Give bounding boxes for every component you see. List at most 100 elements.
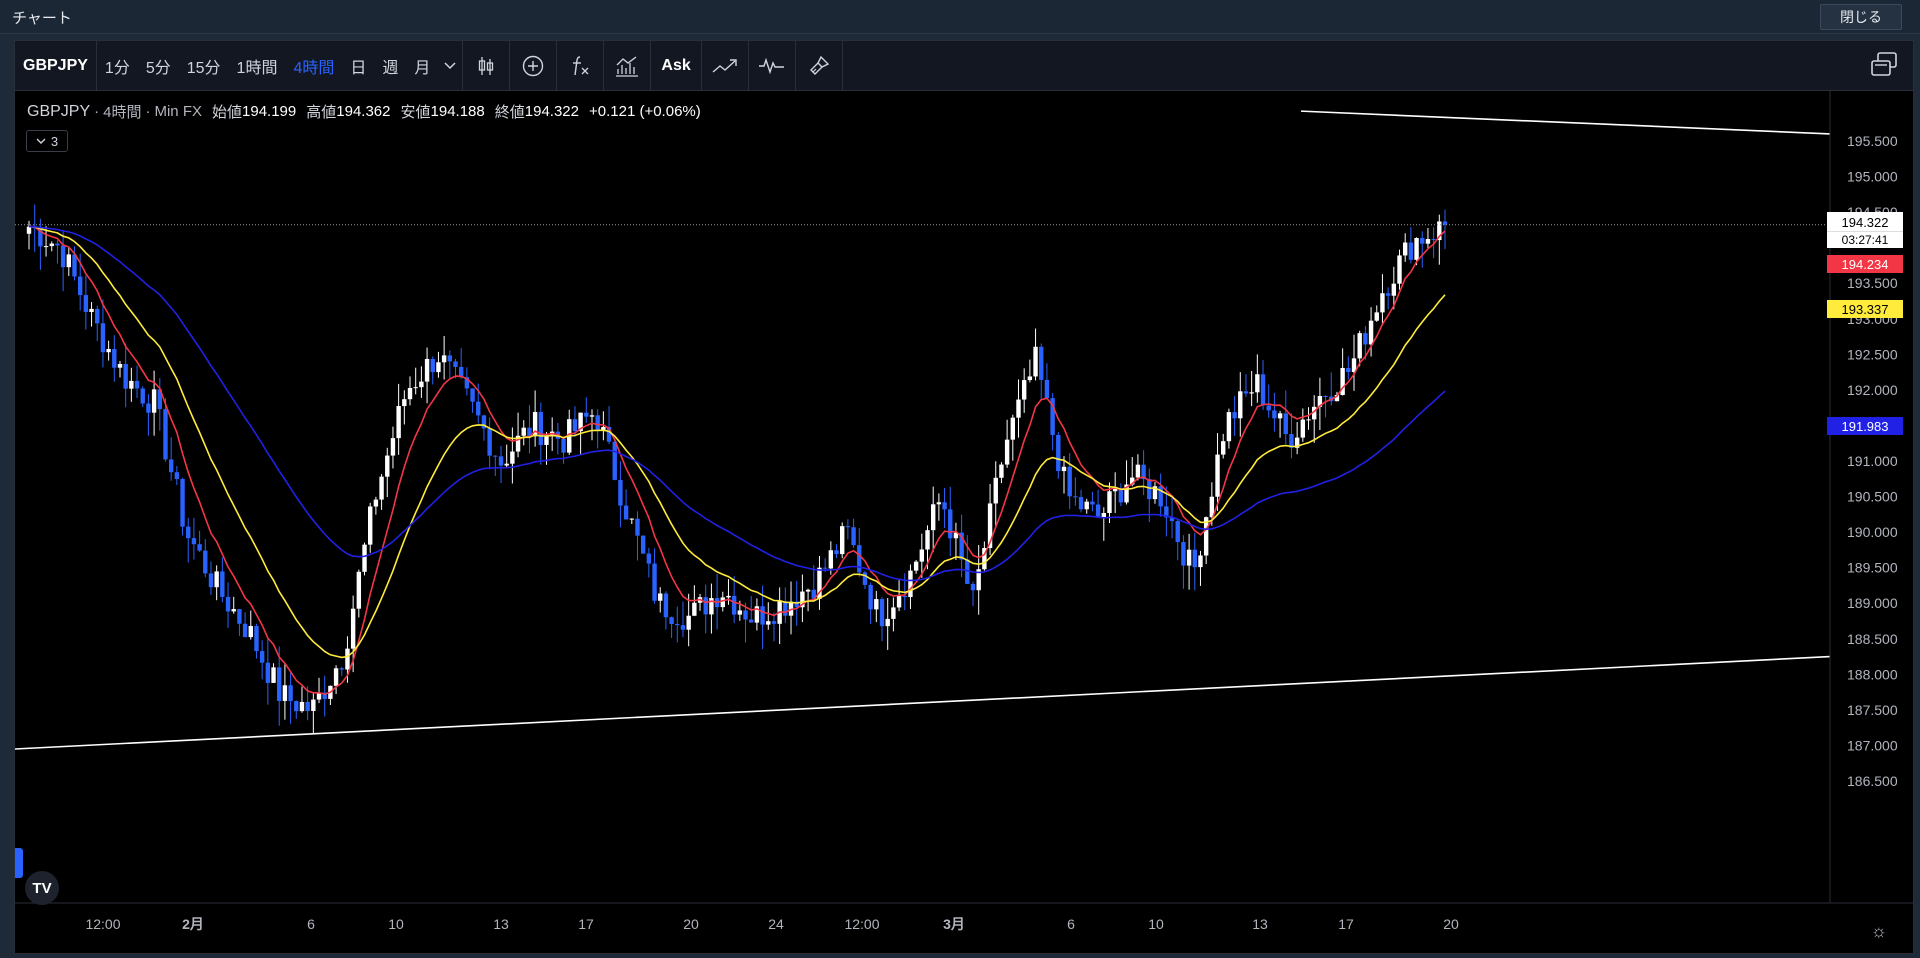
candle-body bbox=[83, 295, 89, 312]
candle-body bbox=[77, 276, 83, 296]
interval-1m[interactable]: 1分 bbox=[97, 41, 138, 90]
candle-body bbox=[1016, 399, 1021, 418]
candle-body bbox=[498, 456, 504, 466]
candle-body bbox=[902, 595, 907, 598]
candle-body bbox=[805, 589, 811, 592]
candle-body bbox=[396, 406, 401, 439]
candle-body bbox=[1175, 521, 1180, 543]
time-axis-label: 12:00 bbox=[85, 916, 120, 932]
candle-body bbox=[140, 388, 145, 404]
indicators-fx-icon[interactable] bbox=[557, 41, 603, 90]
candle-body bbox=[1095, 504, 1101, 518]
templates-icon[interactable] bbox=[604, 41, 650, 90]
interval-week[interactable]: 週 bbox=[374, 41, 406, 90]
candle-body bbox=[117, 363, 123, 368]
candle-body bbox=[510, 451, 515, 464]
candle-body bbox=[652, 563, 657, 601]
interval-1h[interactable]: 1時間 bbox=[229, 41, 286, 90]
candle-body bbox=[1374, 312, 1379, 321]
candle-body bbox=[760, 606, 765, 625]
candle-body bbox=[1260, 374, 1266, 406]
interval-day[interactable]: 日 bbox=[342, 41, 374, 90]
candle-body bbox=[1408, 242, 1414, 260]
candle-body bbox=[1147, 479, 1152, 500]
candle-body bbox=[237, 609, 242, 624]
candle-body bbox=[822, 567, 828, 569]
time-axis[interactable]: 12:00 2月 6 10 13 17 20 24 12:00 3月 6 10 13 17 20 bbox=[85, 916, 1459, 932]
left-panel-handle[interactable] bbox=[15, 848, 23, 878]
candle-body bbox=[834, 550, 839, 555]
app-window: チャート 閉じる GBPJPY 1分 5分 15分 1時間 4時間 日 週 月 bbox=[0, 0, 1920, 958]
price-axis-label: 192.000 bbox=[1847, 382, 1898, 398]
candle-body bbox=[282, 685, 288, 701]
price-axis-label: 192.500 bbox=[1847, 346, 1898, 362]
interval-month[interactable]: 月 bbox=[406, 41, 438, 90]
candle-body bbox=[1425, 239, 1431, 244]
candle-body bbox=[60, 245, 66, 268]
candle-body bbox=[95, 308, 100, 324]
time-axis-label: 12:00 bbox=[844, 916, 879, 932]
candle-body bbox=[1243, 391, 1249, 394]
candle-body bbox=[1363, 333, 1368, 345]
legend-collapse-button[interactable]: 3 bbox=[26, 130, 68, 152]
candle-body bbox=[1402, 242, 1408, 256]
candle-body bbox=[1021, 380, 1027, 400]
candle-body bbox=[305, 701, 310, 711]
candle-body bbox=[242, 623, 248, 638]
line-tool-icon[interactable] bbox=[702, 41, 748, 90]
price-chart[interactable]: 195.500195.000194.500193.500193.000192.5… bbox=[15, 91, 1913, 953]
candle-body bbox=[1118, 488, 1124, 503]
trendlines bbox=[15, 110, 1831, 750]
chevron-down-icon[interactable] bbox=[438, 41, 462, 90]
time-axis-label: 20 bbox=[1443, 916, 1459, 932]
candle-body bbox=[1255, 374, 1260, 393]
legend-interval: 4時間 bbox=[103, 104, 142, 121]
time-axis-label: 17 bbox=[1338, 916, 1354, 932]
close-button[interactable]: 閉じる bbox=[1820, 4, 1902, 30]
price-axis-label: 186.500 bbox=[1847, 773, 1898, 789]
candle-body bbox=[373, 499, 379, 507]
candle-body bbox=[857, 545, 862, 573]
symbol-button[interactable]: GBPJPY bbox=[15, 41, 96, 90]
time-axis-label: 3月 bbox=[943, 916, 965, 932]
candle-body bbox=[1346, 368, 1351, 373]
time-axis-label: 6 bbox=[307, 916, 315, 932]
candle-body bbox=[1056, 434, 1061, 472]
replay-icon[interactable] bbox=[749, 41, 795, 90]
ma-blue-line bbox=[28, 225, 1446, 582]
candle-body bbox=[1272, 410, 1277, 419]
candle-body bbox=[43, 246, 49, 248]
legend-dot-separator: · bbox=[145, 103, 151, 120]
candle-body bbox=[413, 387, 418, 389]
candle-body bbox=[1420, 238, 1425, 244]
candles-icon[interactable] bbox=[463, 41, 509, 90]
chevron-down-icon bbox=[36, 138, 46, 144]
tradingview-logo-icon[interactable]: TV bbox=[25, 871, 59, 905]
candle-body bbox=[407, 387, 413, 400]
multi-window-icon[interactable] bbox=[1865, 47, 1903, 83]
interval-5m[interactable]: 5分 bbox=[138, 41, 179, 90]
toolbar-divider bbox=[841, 41, 843, 90]
candle-body bbox=[220, 571, 225, 597]
interval-4h[interactable]: 4時間 bbox=[285, 41, 342, 90]
candle-body bbox=[1397, 255, 1402, 284]
candle-body bbox=[271, 667, 276, 683]
candle-body bbox=[1385, 293, 1391, 296]
gear-icon[interactable]: ☼ bbox=[1871, 921, 1888, 942]
candle-body bbox=[390, 438, 396, 456]
price-axis-label: 195.000 bbox=[1847, 169, 1898, 185]
chart-toolbar: GBPJPY 1分 5分 15分 1時間 4時間 日 週 月 Ask bbox=[15, 41, 1913, 91]
candle-body bbox=[635, 518, 640, 536]
ask-button[interactable]: Ask bbox=[651, 41, 700, 90]
candle-body bbox=[493, 455, 498, 457]
candle-body bbox=[1198, 555, 1203, 568]
candle-body bbox=[180, 478, 185, 527]
candle-body bbox=[430, 358, 435, 373]
candle-body bbox=[930, 504, 936, 531]
candle-body bbox=[1090, 501, 1095, 505]
chart-frame: GBPJPY 1分 5分 15分 1時間 4時間 日 週 月 Ask 195.5… bbox=[14, 40, 1914, 954]
brush-icon[interactable] bbox=[796, 41, 842, 90]
add-compare-icon[interactable] bbox=[510, 41, 556, 90]
interval-15m[interactable]: 15分 bbox=[179, 41, 229, 90]
time-axis-label: 10 bbox=[1148, 916, 1164, 932]
